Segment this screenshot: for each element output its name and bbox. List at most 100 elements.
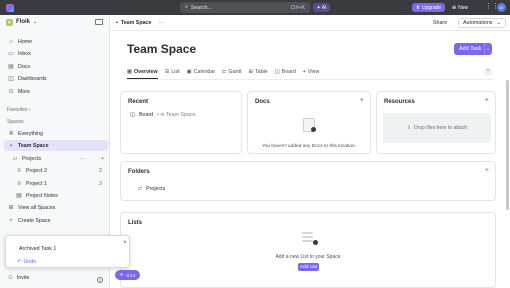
sidebar-item-everything[interactable]: ✲ Everything xyxy=(0,128,110,139)
folders-title: Folders xyxy=(128,169,150,175)
tab-label: Table xyxy=(254,69,268,75)
sidebar-item-label: Project 1 xyxy=(26,180,47,187)
sidebar-item-label: Dashboards xyxy=(18,75,47,82)
team-space-icon: ▪ xyxy=(9,142,13,149)
gantt-icon: ⊏ xyxy=(222,69,227,75)
workspace-switcher[interactable]: F Floik ⌄ xyxy=(0,15,109,29)
tab-label: Gantt xyxy=(228,69,242,75)
breadcrumb[interactable]: Team Space xyxy=(121,20,152,26)
doc-icon: ▤ xyxy=(16,193,22,199)
new-button[interactable]: ⊕ New xyxy=(449,3,471,12)
add-folder-icon[interactable]: + xyxy=(485,167,489,174)
folder-add-icon[interactable]: + xyxy=(101,156,104,162)
upgrade-label: Upgrade xyxy=(422,4,442,11)
add-doc-icon[interactable]: + xyxy=(360,97,364,104)
sidebar-item-projects-folder[interactable]: ▱ Projects ··· + xyxy=(0,153,110,164)
docs-title: Docs xyxy=(255,99,270,105)
workspace-name: Floik xyxy=(16,19,31,25)
apps-grid-icon[interactable]: ⋮⋮ xyxy=(485,3,499,11)
drop-text: Drop files here to attach xyxy=(414,125,468,131)
breadcrumb-more-icon[interactable]: ··· xyxy=(158,20,163,26)
record-widget[interactable]: ✈ 0:14 xyxy=(115,270,140,280)
page-title: Team Space xyxy=(127,42,197,56)
tab-add-view[interactable]: + View xyxy=(303,65,319,79)
automations-button[interactable]: Automations ⌄ xyxy=(458,18,506,28)
search-icon: ⌕ xyxy=(185,4,188,10)
tab-list[interactable]: ☰ List xyxy=(165,65,180,79)
user-avatar[interactable]: DI xyxy=(497,3,506,12)
plus-icon: + xyxy=(302,69,306,75)
folder-item[interactable]: ▱ Projects xyxy=(138,186,165,192)
folder-name: Projects xyxy=(146,186,166,192)
add-task-button[interactable]: Add Task ⌄ xyxy=(454,43,492,55)
sidebar-item-docs[interactable]: ▤ Docs xyxy=(0,61,110,72)
search-bar[interactable]: ⌕ Search... Ctrl+K xyxy=(180,2,310,13)
sidebar-item-more[interactable]: ⊙ More xyxy=(0,86,110,97)
recent-item-name: Board xyxy=(139,112,154,118)
docs-icon: ▤ xyxy=(8,64,14,70)
close-icon[interactable]: × xyxy=(123,240,127,246)
sidebar-item-team-space[interactable]: ▪ Team Space xyxy=(4,140,108,151)
list-icon: ≡ xyxy=(17,167,21,174)
clickup-logo-icon[interactable] xyxy=(6,3,14,12)
tab-overview[interactable]: ▦ Overview xyxy=(127,65,158,79)
help-icon[interactable]: ? xyxy=(97,277,103,283)
sidebar-item-label: Team Space xyxy=(18,142,49,149)
view-tabs: ▦ Overview ☰ List ▣ Calendar ⊏ Gantt ⊞ T… xyxy=(127,65,319,79)
folder-icon: ▱ xyxy=(12,156,18,162)
table-icon: ⊞ xyxy=(248,69,253,75)
page-more-icon[interactable]: ··· xyxy=(188,46,195,53)
sidebar-item-home[interactable]: ⌂ Home xyxy=(0,36,110,47)
sidebar-item-view-all-spaces[interactable]: ⊞ View all Spaces xyxy=(0,202,110,213)
recent-item[interactable]: ◫ Board • in Team Space xyxy=(130,112,195,118)
sidebar-item-label: Docs xyxy=(18,63,31,70)
upgrade-icon: ⬆ xyxy=(415,4,420,11)
sidebar-item-label: Everything xyxy=(18,130,44,137)
invite-button[interactable]: ⚇ Invite xyxy=(0,275,110,281)
tab-gantt[interactable]: ⊏ Gantt xyxy=(222,65,241,79)
search-placeholder: Search... xyxy=(190,4,212,11)
share-button[interactable]: Share xyxy=(433,18,447,28)
undo-button[interactable]: ↶ Undo xyxy=(17,259,36,265)
main-scrollbar[interactable] xyxy=(506,80,509,210)
sidebar-item-project-2[interactable]: ≡ Project 2 2 xyxy=(0,165,110,176)
tab-table[interactable]: ⊞ Table xyxy=(249,65,268,79)
workspace-avatar: F xyxy=(6,18,13,26)
add-task-dropdown-icon[interactable]: ⌄ xyxy=(486,43,490,55)
list-icon: ≡ xyxy=(17,180,21,187)
add-list-button[interactable]: Add List xyxy=(298,263,319,271)
sidebar-item-dashboards[interactable]: ◫ Dashboards xyxy=(0,73,110,84)
record-icon: ✈ xyxy=(119,272,124,277)
tab-calendar[interactable]: ▣ Calendar xyxy=(187,65,216,79)
new-label: New xyxy=(458,4,469,11)
file-drop-zone[interactable]: ⇪ Drop files here to attach xyxy=(383,113,491,143)
inbox-icon: ▭ xyxy=(8,51,14,57)
add-resource-icon[interactable]: + xyxy=(485,97,489,104)
sidebar-item-create-space[interactable]: + Create Space xyxy=(0,215,110,226)
resources-title: Resources xyxy=(384,99,415,105)
chevron-down-icon: ⌄ xyxy=(33,19,38,25)
task-count: 3 xyxy=(99,180,102,187)
resources-card: Resources + ⇪ Drop files here to attach xyxy=(376,91,496,154)
spaces-header: Spaces xyxy=(7,119,24,125)
upgrade-button[interactable]: ⬆ Upgrade xyxy=(412,3,445,12)
record-label: 0:14 xyxy=(126,272,136,278)
upload-icon: ⇪ xyxy=(406,125,412,131)
chevron-right-icon: › xyxy=(28,107,31,113)
sidebar-toggle-icon[interactable] xyxy=(95,19,103,25)
sidebar-item-project-notes[interactable]: ▤ Project Notes xyxy=(0,190,110,201)
sidebar-item-label: Project Notes xyxy=(26,192,58,199)
ai-button[interactable]: ✦ AI xyxy=(313,3,330,12)
docs-empty-illustration xyxy=(248,118,370,134)
folder-more-icon[interactable]: ··· xyxy=(80,156,85,162)
collapse-up-icon[interactable]: ⌃ xyxy=(484,68,492,76)
favorites-label: Favorites xyxy=(7,107,28,113)
tab-label: Calendar xyxy=(193,69,216,75)
undo-icon: ↶ xyxy=(17,259,22,265)
sidebar-item-project-1[interactable]: ≡ Project 1 3 xyxy=(0,178,110,189)
undo-label: Undo xyxy=(23,259,37,265)
favorites-header[interactable]: Favorites › xyxy=(7,107,31,113)
sidebar-item-inbox[interactable]: ▭ Inbox xyxy=(0,48,110,59)
tab-board[interactable]: ◫ Board xyxy=(275,65,296,79)
recent-item-location: • in Team Space xyxy=(157,112,196,118)
